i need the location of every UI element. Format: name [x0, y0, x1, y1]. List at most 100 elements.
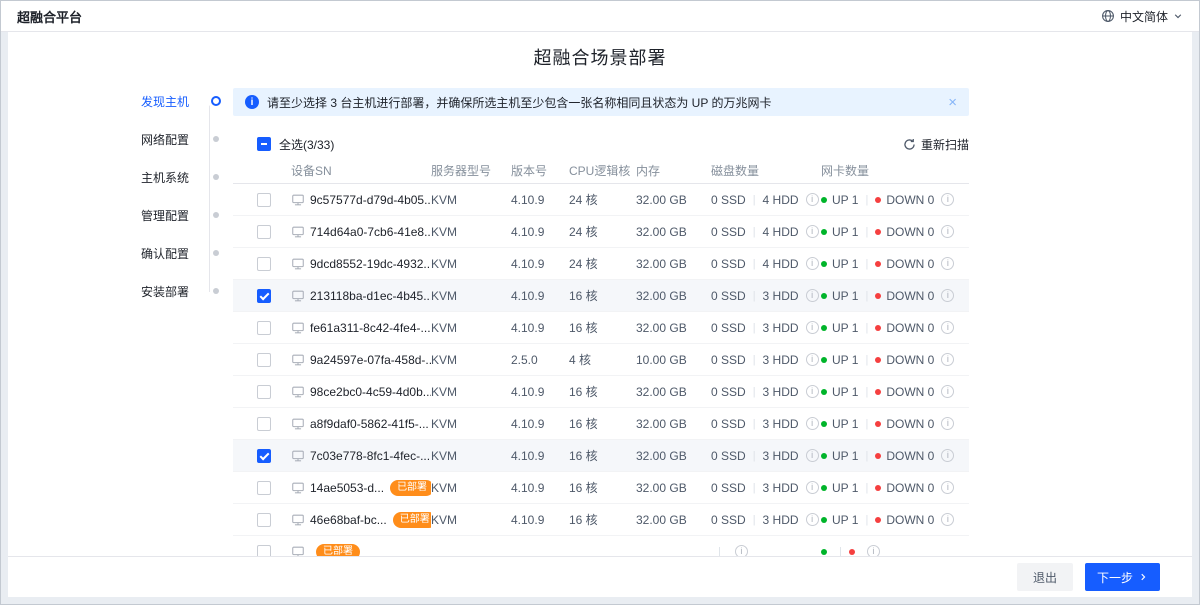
- up-count: UP 1: [832, 353, 858, 367]
- deployed-badge: 已部署: [316, 544, 360, 557]
- close-icon[interactable]: ×: [948, 95, 957, 110]
- nic-info-icon[interactable]: i: [941, 257, 954, 270]
- step-label: 主机系统: [141, 169, 189, 186]
- down-count: DOWN 0: [886, 193, 934, 207]
- row-checkbox[interactable]: [257, 289, 271, 303]
- table-row[interactable]: 9a24597e-07fa-458d-... KVM 2.5.0 4 核 10.…: [233, 344, 969, 376]
- next-step-label: 下一步: [1097, 569, 1133, 586]
- disk-info-icon[interactable]: i: [806, 257, 819, 270]
- step-host-system[interactable]: 主机系统: [8, 158, 233, 196]
- disk-info-icon[interactable]: i: [806, 225, 819, 238]
- row-checkbox[interactable]: [257, 385, 271, 399]
- nic-info-icon[interactable]: i: [941, 225, 954, 238]
- nic-info-icon[interactable]: i: [941, 289, 954, 302]
- row-checkbox[interactable]: [257, 545, 271, 557]
- disk-info-icon[interactable]: i: [806, 193, 819, 206]
- host-icon: [291, 481, 305, 495]
- row-checkbox[interactable]: [257, 353, 271, 367]
- disk-info-icon[interactable]: i: [806, 481, 819, 494]
- host-icon: [291, 449, 305, 463]
- select-all-checkbox[interactable]: [257, 137, 271, 151]
- exit-button[interactable]: 退出: [1017, 563, 1073, 591]
- step-management-config[interactable]: 管理配置: [8, 196, 233, 234]
- disk-info-icon[interactable]: i: [806, 385, 819, 398]
- nic-info-icon[interactable]: i: [867, 545, 880, 556]
- row-checkbox[interactable]: [257, 257, 271, 271]
- nic-info-icon[interactable]: i: [941, 321, 954, 334]
- nic-info-icon[interactable]: i: [941, 417, 954, 430]
- down-status-dot: [875, 357, 881, 363]
- down-count: DOWN 0: [886, 225, 934, 239]
- table-row[interactable]: 9dcd8552-19dc-4932... KVM 4.10.9 24 核 32…: [233, 248, 969, 280]
- hdd-count: 3 HDD: [763, 449, 799, 463]
- nic-info-icon[interactable]: i: [941, 481, 954, 494]
- disk-info-icon[interactable]: i: [806, 449, 819, 462]
- device-sn: a8f9daf0-5862-41f5-...: [310, 417, 429, 431]
- row-checkbox[interactable]: [257, 481, 271, 495]
- row-checkbox[interactable]: [257, 417, 271, 431]
- host-icon: [291, 289, 305, 303]
- table-row[interactable]: 9c57577d-d79d-4b05... KVM 4.10.9 24 核 32…: [233, 184, 969, 216]
- step-dot-icon: [213, 250, 219, 256]
- rescan-button[interactable]: 重新扫描: [903, 136, 969, 153]
- row-checkbox[interactable]: [257, 321, 271, 335]
- ssd-count: 0 SSD: [711, 481, 746, 495]
- table-row[interactable]: 213118ba-d1ec-4b45... KVM 4.10.9 16 核 32…: [233, 280, 969, 312]
- row-checkbox[interactable]: [257, 225, 271, 239]
- down-status-dot: [875, 517, 881, 523]
- language-switcher[interactable]: 中文简体: [1101, 8, 1183, 25]
- up-status-dot: [821, 325, 827, 331]
- table-row[interactable]: 14ae5053-d... 已部署 KVM 4.10.9 16 核 32.00 …: [233, 472, 969, 504]
- nic-info-icon[interactable]: i: [941, 385, 954, 398]
- server-model: KVM: [431, 449, 511, 463]
- disk-info-icon[interactable]: i: [806, 417, 819, 430]
- device-sn: 14ae5053-d...: [310, 481, 384, 495]
- ssd-count: 0 SSD: [711, 193, 746, 207]
- disk-info-icon[interactable]: i: [806, 321, 819, 334]
- next-step-button[interactable]: 下一步: [1085, 563, 1160, 591]
- step-network-config[interactable]: 网络配置: [8, 120, 233, 158]
- server-model: KVM: [431, 513, 511, 527]
- table-row[interactable]: 98ce2bc0-4c59-4d0b... KVM 4.10.9 16 核 32…: [233, 376, 969, 408]
- step-label: 管理配置: [141, 207, 189, 224]
- row-checkbox[interactable]: [257, 513, 271, 527]
- row-checkbox[interactable]: [257, 449, 271, 463]
- version-number: 4.10.9: [511, 193, 569, 207]
- table-row[interactable]: fe61a311-8c42-4fe4-... KVM 4.10.9 16 核 3…: [233, 312, 969, 344]
- up-count: UP 1: [832, 289, 858, 303]
- cpu-cores: 16 核: [569, 287, 636, 304]
- down-status-dot: [875, 261, 881, 267]
- disk-info-icon[interactable]: i: [735, 545, 748, 556]
- step-install-deploy[interactable]: 安装部署: [8, 272, 233, 310]
- table-row[interactable]: 714d64a0-7cb6-41e8... KVM 4.10.9 24 核 32…: [233, 216, 969, 248]
- table-row[interactable]: 7c03e778-8fc1-4fec-... KVM 4.10.9 16 核 3…: [233, 440, 969, 472]
- disk-info-icon[interactable]: i: [806, 289, 819, 302]
- up-count: UP 1: [832, 321, 858, 335]
- device-sn: 9dcd8552-19dc-4932...: [310, 257, 431, 271]
- cpu-cores: 16 核: [569, 319, 636, 336]
- nic-info-icon[interactable]: i: [941, 193, 954, 206]
- nic-info-icon[interactable]: i: [941, 449, 954, 462]
- step-confirm-config[interactable]: 确认配置: [8, 234, 233, 272]
- table-body[interactable]: 9c57577d-d79d-4b05... KVM 4.10.9 24 核 32…: [233, 184, 969, 556]
- row-checkbox[interactable]: [257, 193, 271, 207]
- disk-info-icon[interactable]: i: [806, 513, 819, 526]
- nic-info-icon[interactable]: i: [941, 353, 954, 366]
- step-discover-hosts[interactable]: 发现主机: [8, 82, 233, 120]
- step-dot-icon: [213, 136, 219, 142]
- nic-info-icon[interactable]: i: [941, 513, 954, 526]
- down-status-dot: [875, 229, 881, 235]
- page-title: 超融合场景部署: [8, 32, 1192, 82]
- table-row[interactable]: 46e68baf-bc... 已部署 KVM 4.10.9 16 核 32.00…: [233, 504, 969, 536]
- divider: |: [753, 482, 756, 494]
- table-row[interactable]: a8f9daf0-5862-41f5-... KVM 4.10.9 16 核 3…: [233, 408, 969, 440]
- divider: |: [865, 386, 868, 398]
- step-dot-icon: [213, 174, 219, 180]
- table-row[interactable]: 已部署 | i | i: [233, 536, 969, 556]
- device-sn: 9c57577d-d79d-4b05...: [310, 193, 431, 207]
- column-header-disks: 磁盘数量: [711, 162, 821, 179]
- divider: |: [865, 194, 868, 206]
- disk-info-icon[interactable]: i: [806, 353, 819, 366]
- down-count: DOWN 0: [886, 417, 934, 431]
- memory-size: 32.00 GB: [636, 513, 711, 527]
